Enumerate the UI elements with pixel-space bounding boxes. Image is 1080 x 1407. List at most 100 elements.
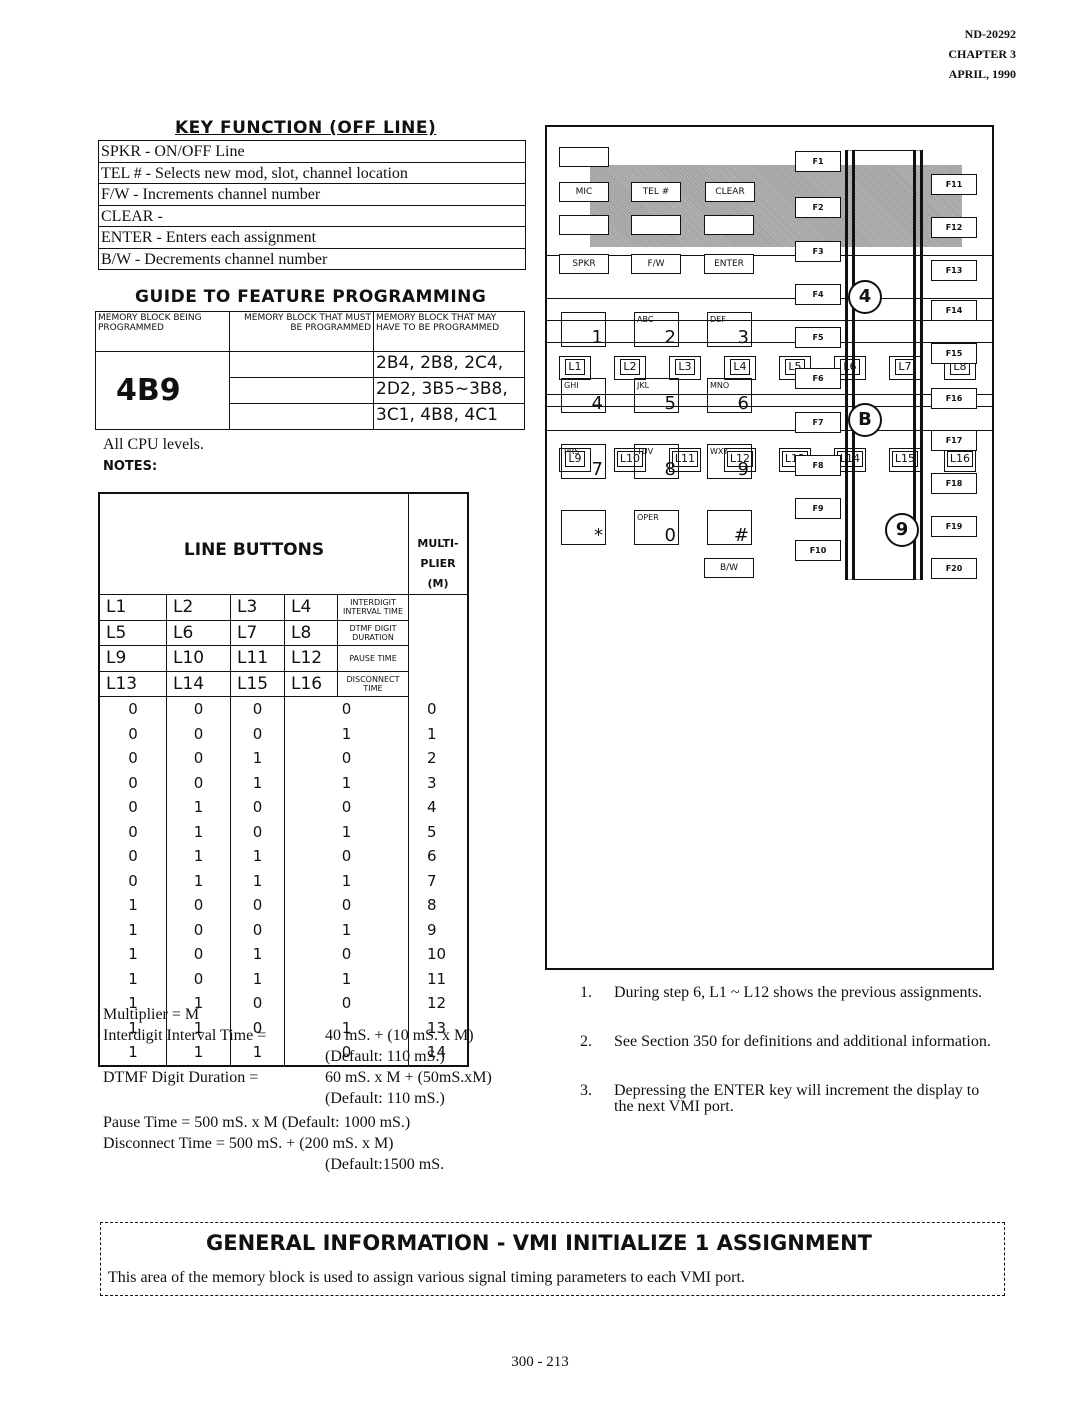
formula-line: 40 mS. + (10 mS. x M) [325,1027,474,1044]
date: APRIL, 1990 [948,67,1016,81]
dial-key-3[interactable]: DEF 3 [707,312,752,348]
table-cell: 1 [284,966,409,991]
dial-key-letters: MNO [710,381,730,390]
function-key-clear[interactable]: CLEAR [705,182,755,202]
feature-key-F7[interactable]: F7 [795,412,841,433]
dial-key-8[interactable]: TUV 8 [634,444,679,480]
feature-key-F4[interactable]: F4 [795,284,841,305]
line-button-label: L14 [166,670,231,697]
note-number: 3. [580,1082,592,1099]
table-cell: 9 [408,917,469,942]
circled-label: 9 [885,513,919,547]
feature-key-F16[interactable]: F16 [931,388,977,409]
feature-key-F3[interactable]: F3 [795,241,841,262]
dial-key-4[interactable]: GHI 4 [561,378,606,414]
table-cell: 1 [408,721,469,746]
feature-key-F13[interactable]: F13 [931,260,977,281]
guide-col1: MEMORY BLOCK BEING PROGRAMMED [95,311,230,352]
dial-key-*[interactable]: * [561,510,606,546]
table-cell: 1 [98,893,167,918]
line-button-L4[interactable]: L4 [724,356,756,380]
table-cell: 0 [98,696,167,722]
general-info-title: GENERAL INFORMATION - VMI INITIALIZE 1 A… [206,1231,872,1255]
divider-line [547,298,992,299]
note-item: 3. Depressing the ENTER key will incremen… [580,1083,1000,1115]
formula-line: Disconnect Time = 500 mS. + (200 mS. x M… [103,1135,394,1152]
dial-key-9[interactable]: WXY 9 [707,444,752,480]
line-button-L1[interactable]: L1 [559,356,591,380]
blank-button[interactable] [631,215,681,235]
table-row: 00011 [98,721,469,746]
dial-key-#[interactable]: # [707,510,752,546]
feature-key-F8[interactable]: F8 [795,455,841,476]
blank-button[interactable] [559,215,609,235]
feature-key-F14[interactable]: F14 [931,300,977,321]
feature-key-F10[interactable]: F10 [795,540,841,561]
feature-key-F5[interactable]: F5 [795,327,841,348]
circled-label: B [848,403,882,437]
divider-line [547,406,992,407]
feature-key-F20[interactable]: F20 [931,558,977,579]
formula-line: DTMF Digit Duration = [103,1069,259,1086]
table-cell: 2 [408,746,469,771]
dial-key-letters: DEF [710,315,726,324]
line-button-label: L6 [166,619,231,646]
function-key-spkr[interactable]: SPKR [559,254,609,274]
circled-label: 4 [848,280,882,314]
dial-key-2[interactable]: ABC 2 [634,312,679,348]
blank-button[interactable] [559,147,609,167]
blank-button[interactable] [704,215,754,235]
table-cell: 1 [166,844,231,869]
function-key-fw[interactable]: F/W [631,254,681,274]
feature-key-F2[interactable]: F2 [795,197,841,218]
table-cell: 0 [230,991,285,1016]
feature-key-F1[interactable]: F1 [795,151,841,172]
line-button-L16[interactable]: L16 [944,448,976,472]
general-info-box: GENERAL INFORMATION - VMI INITIALIZE 1 A… [100,1222,1005,1296]
table-cell: 1 [166,868,231,893]
dial-key-7[interactable]: PRS 7 [561,444,606,480]
table-cell: 0 [230,795,285,820]
document-page: ND-20292 CHAPTER 3 APRIL, 1990 KEY FUNCT… [0,0,1080,1407]
line-buttons-table: LINE BUTTONS MULTI- PLIER (M) L1 L2 L3 L4 INT… [98,492,469,1067]
table-row: 1 0 1 0 10 [98,942,469,967]
feature-key-F17[interactable]: F17 [931,430,977,451]
table-cell: 7 [408,868,469,893]
dial-key-digit: 4 [591,393,603,414]
function-key-mic[interactable]: MIC [559,182,609,202]
feature-key-F18[interactable]: F18 [931,473,977,494]
function-key-bw[interactable]: B/W [704,558,754,578]
multiplier-header: MULTI- PLIER (M) [408,492,469,595]
table-row: 01004 [98,795,469,820]
feature-key-F12[interactable]: F12 [931,217,977,238]
table-cell: 1 [230,868,285,893]
table-row: 00102 [98,746,469,771]
dial-key-digit: * [594,525,603,546]
dial-key-6[interactable]: MNO 6 [707,378,752,414]
dial-key-1[interactable]: 1 [561,312,606,348]
feature-key-F6[interactable]: F6 [795,368,841,389]
table-row: 01117 [98,868,469,893]
table-cell: 0 [284,746,409,771]
guide-col2: MEMORY BLOCK THAT MUST BE PROGRAMMED [229,311,374,352]
formula-line: Interdigit Interval Time = [103,1027,267,1044]
table-cell: 1 [230,942,285,967]
table-cell: 1 [284,819,409,844]
line-button-row: L5 L6 L7 L8 DTMF DIGIT DURATION [98,619,468,646]
function-key-tel[interactable]: TEL # [631,182,681,202]
line-button-label: L8 [284,619,338,646]
line-button-L2[interactable]: L2 [614,356,646,380]
may-program-3: 3C1, 4B8, 4C1 [373,403,525,430]
phone-diagram: L1L2L3L4L5L6L7L8L9L10L11L12L13L14L15L16M… [545,125,994,970]
dial-key-5[interactable]: JKL 5 [634,378,679,414]
dial-key-letters: OPER [637,513,659,522]
line-button-label: L15 [230,670,285,697]
line-button-L3[interactable]: L3 [669,356,701,380]
feature-key-F9[interactable]: F9 [795,498,841,519]
key-function-row: B/W - Decrements channel number [101,250,328,268]
feature-key-F15[interactable]: F15 [931,343,977,364]
function-key-enter[interactable]: ENTER [704,254,754,274]
feature-key-F19[interactable]: F19 [931,516,977,537]
dial-key-0[interactable]: OPER 0 [634,510,679,546]
feature-key-F11[interactable]: F11 [931,174,977,195]
